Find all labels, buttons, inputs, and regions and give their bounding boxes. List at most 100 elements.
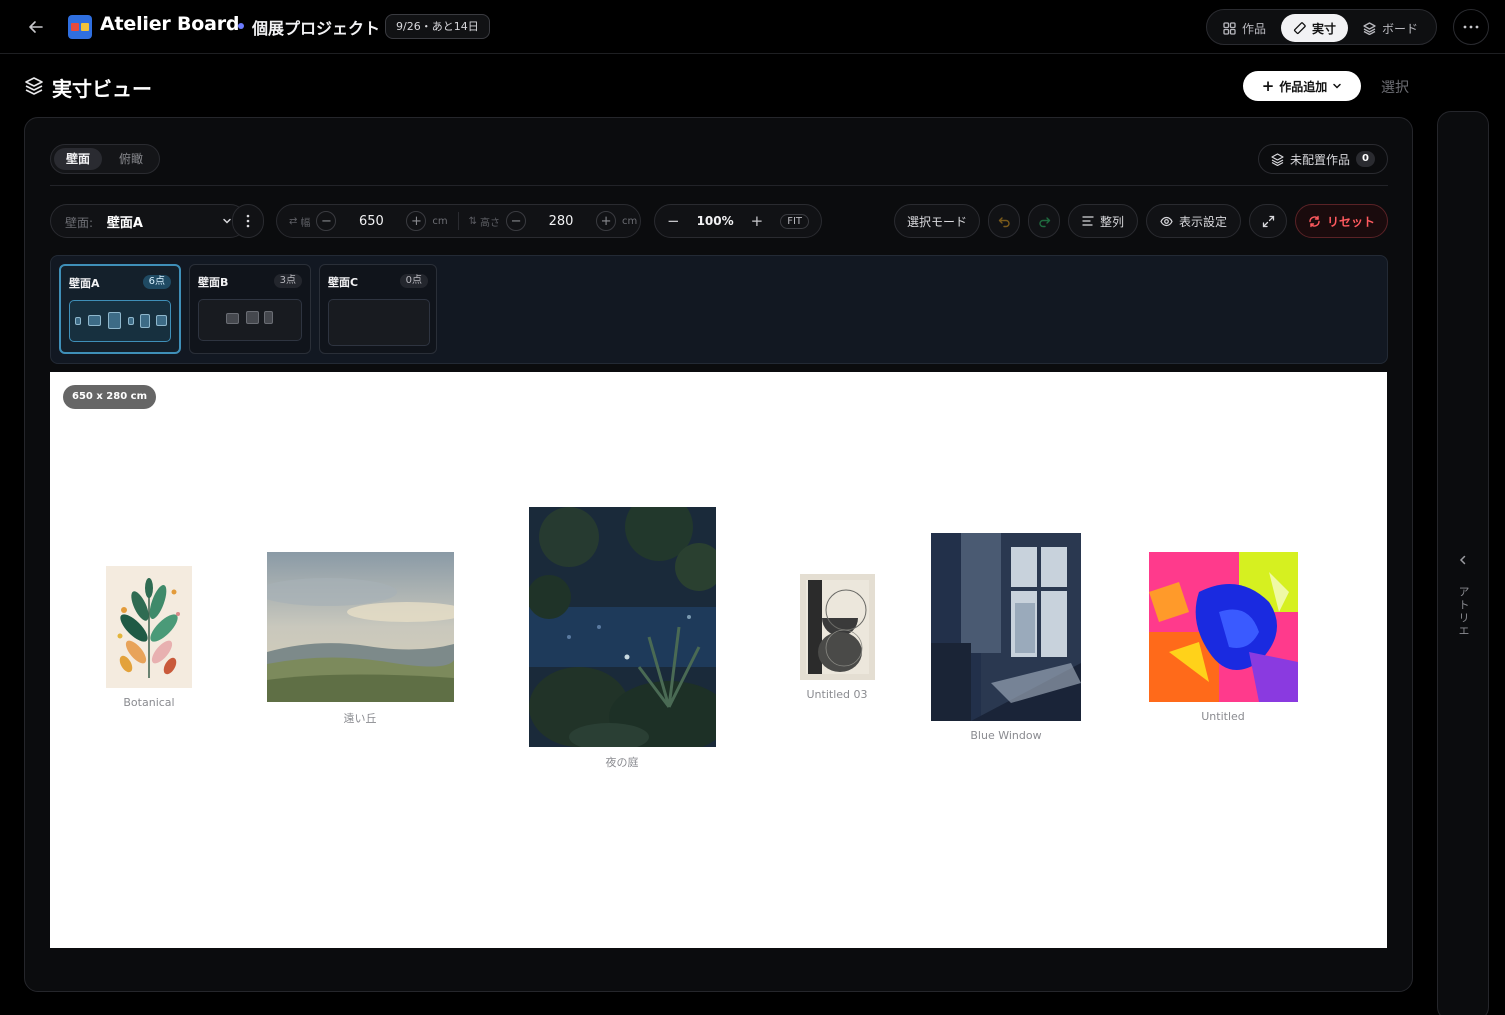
wall-tab-count: 3点 — [273, 274, 302, 288]
side-panel-label: アトリエ — [1457, 586, 1470, 638]
view-tab-board[interactable]: ボード — [1351, 14, 1430, 42]
unplaced-label: 未配置作品 — [1290, 152, 1351, 167]
align-label: 整列 — [1099, 214, 1124, 229]
chevron-left-icon[interactable] — [1457, 554, 1469, 566]
ruler-icon — [1293, 21, 1306, 34]
redo-icon — [1038, 216, 1050, 227]
wall-select-dropdown[interactable]: 壁面: 壁面A — [50, 204, 247, 238]
height-increase-button[interactable]: + — [596, 211, 617, 231]
view-tab-works[interactable]: 作品 — [1211, 14, 1278, 42]
wall-tab-a[interactable]: 壁面A 6点 — [59, 264, 181, 354]
artwork-caption: 遠い丘 — [343, 712, 377, 725]
display-settings-label: 表示設定 — [1178, 214, 1227, 229]
divider — [50, 185, 1388, 186]
artwork-caption: Untitled 03 — [806, 688, 868, 701]
app-logo-icon — [68, 15, 92, 39]
select-link[interactable]: 選択 — [1381, 77, 1409, 97]
artwork-caption: 夜の庭 — [605, 756, 639, 769]
deadline-badge: 9/26・あと14日 — [385, 14, 490, 39]
height-value[interactable]: 280 — [526, 214, 596, 229]
view-mode-segment: 壁面 俯瞰 — [50, 144, 160, 174]
segment-wall[interactable]: 壁面 — [54, 148, 103, 170]
wall-tab-b[interactable]: 壁面B 3点 — [189, 264, 311, 354]
select-mode-button[interactable]: 選択モード — [894, 204, 980, 238]
more-menu-button[interactable] — [1453, 9, 1489, 45]
dimension-separator — [457, 212, 459, 230]
width-label: 幅 — [300, 217, 311, 229]
align-left-icon — [1082, 216, 1094, 226]
reset-label: リセット — [1327, 214, 1376, 229]
height-arrows-icon: ⇅ — [468, 215, 478, 227]
width-value[interactable]: 650 — [336, 214, 406, 229]
side-panel-atelier[interactable]: アトリエ — [1437, 111, 1489, 1015]
layers-icon — [25, 77, 43, 95]
wall-thumbnail — [198, 299, 302, 341]
fit-button[interactable]: FIT — [780, 213, 809, 229]
artwork-night-garden[interactable] — [529, 507, 716, 747]
wall-select-label: 壁面: — [65, 215, 94, 230]
expand-icon — [1262, 215, 1274, 227]
view-tab-actual-size[interactable]: 実寸 — [1281, 14, 1349, 42]
wall-tabs: 壁面A 6点 壁面B 3点 壁面C 0点 — [50, 255, 1388, 364]
reset-button[interactable]: リセット — [1295, 204, 1388, 238]
view-switch: 作品 実寸 ボード — [1206, 9, 1437, 45]
chevron-down-icon — [223, 218, 231, 224]
project-status-dot — [238, 23, 244, 29]
more-horizontal-icon — [1463, 25, 1479, 29]
view-tab-works-label: 作品 — [1242, 21, 1267, 36]
zoom-in-button[interactable]: + — [751, 212, 764, 230]
artwork-caption: Botanical — [123, 696, 175, 709]
actual-size-panel: 壁面 俯瞰 未配置作品 0 壁面: 壁面A ⇄ 幅 − 650 + cm ⇅ 高… — [24, 117, 1413, 992]
width-unit: cm — [432, 215, 448, 227]
wall-tab-c[interactable]: 壁面C 0点 — [319, 264, 437, 354]
unplaced-artworks-button[interactable]: 未配置作品 0 — [1258, 144, 1388, 174]
artwork-untitled[interactable] — [1149, 552, 1298, 702]
select-mode-label: 選択モード — [907, 214, 968, 229]
page-title: 実寸ビュー — [52, 77, 152, 101]
artwork-caption: Blue Window — [970, 729, 1042, 742]
project-name[interactable]: 個展プロジェクト — [252, 15, 380, 39]
height-label: 高さ — [480, 217, 501, 229]
layers-icon — [1271, 152, 1284, 166]
artwork-botanical[interactable] — [106, 566, 192, 688]
wall-thumbnail — [328, 299, 430, 346]
wall-select-value: 壁面A — [106, 215, 143, 231]
segment-overhead[interactable]: 俯瞰 — [107, 148, 155, 170]
more-vertical-icon — [246, 214, 250, 228]
layers-icon — [1363, 21, 1376, 35]
width-increase-button[interactable]: + — [406, 211, 427, 231]
wall-tab-count: 0点 — [399, 274, 428, 288]
wall-canvas[interactable]: 650 x 280 cm Botanical 遠い丘 夜の庭 Untitled … — [50, 372, 1387, 948]
wall-tab-name: 壁面B — [198, 276, 229, 289]
height-decrease-button[interactable]: − — [506, 211, 527, 231]
grid-icon — [1223, 21, 1236, 35]
artwork-caption: Untitled — [1201, 710, 1245, 723]
undo-icon — [998, 216, 1010, 227]
artwork-blue-window[interactable] — [931, 533, 1081, 721]
wall-size-badge: 650 x 280 cm — [63, 385, 156, 409]
fullscreen-button[interactable] — [1249, 204, 1287, 238]
wall-dimensions-control: ⇄ 幅 − 650 + cm ⇅ 高さ − 280 + cm — [276, 204, 641, 238]
display-settings-button[interactable]: 表示設定 — [1146, 204, 1241, 238]
unplaced-count-badge: 0 — [1356, 151, 1375, 167]
add-artwork-button[interactable]: + 作品追加 — [1243, 71, 1361, 101]
wall-tab-count: 6点 — [142, 275, 171, 289]
back-arrow-icon[interactable] — [24, 15, 48, 39]
undo-button[interactable] — [988, 204, 1020, 238]
view-tab-board-label: ボード — [1382, 21, 1419, 36]
wall-tab-name: 壁面C — [328, 276, 359, 289]
width-decrease-button[interactable]: − — [316, 211, 337, 231]
add-artwork-label: 作品追加 — [1279, 79, 1328, 94]
zoom-control: − 100% + FIT — [654, 204, 822, 238]
artwork-distant-hill[interactable] — [267, 552, 454, 702]
artwork-untitled-03[interactable] — [800, 574, 875, 680]
plus-icon: + — [1261, 76, 1275, 95]
redo-button[interactable] — [1028, 204, 1060, 238]
wall-options-button[interactable] — [232, 204, 264, 238]
wall-thumbnail — [69, 300, 171, 342]
align-button[interactable]: 整列 — [1068, 204, 1138, 238]
zoom-out-button[interactable]: − — [667, 212, 680, 230]
view-tab-actual-size-label: 実寸 — [1312, 21, 1337, 36]
chevron-down-icon — [1333, 83, 1342, 89]
zoom-value: 100% — [696, 214, 734, 228]
